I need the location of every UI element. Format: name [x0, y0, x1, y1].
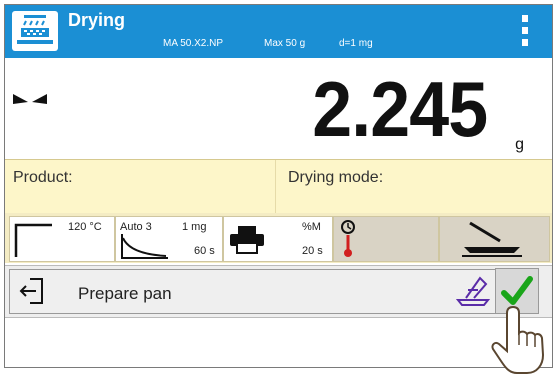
auto-switch-off-tile[interactable]: Auto 3 1 mg 60 s — [115, 216, 223, 262]
drying-logo-icon[interactable] — [12, 11, 58, 51]
print-interval: 20 s — [302, 245, 323, 257]
pan-tile[interactable] — [439, 216, 550, 262]
prompt-message: Prepare pan — [78, 284, 172, 303]
division: d=1 mg — [339, 38, 373, 49]
auto-time: 60 s — [194, 245, 215, 257]
model-name: MA 50.X2.NP — [163, 38, 224, 49]
hand-icon — [491, 305, 545, 374]
info-divider — [275, 160, 276, 214]
menu-icon[interactable] — [522, 15, 528, 51]
timer-thermometer-icon — [341, 220, 355, 257]
auto-mode-label: Auto 3 — [120, 221, 152, 233]
info-panel: Product: Drying mode: — [5, 159, 552, 215]
result-unit: %M — [302, 221, 321, 233]
printer-icon — [230, 226, 264, 254]
timer-tile[interactable] — [333, 216, 439, 262]
auto-mass: 1 mg — [182, 221, 207, 233]
weight-display: 2.245 g — [5, 58, 552, 159]
stability-icon — [13, 94, 47, 104]
action-bar: Prepare pan — [5, 265, 552, 318]
parameters-bar: 120 °C Auto 3 1 mg 60 s %M 20 s — [5, 213, 552, 263]
message-box: Prepare pan — [9, 269, 528, 314]
max-capacity: Max 50 g — [264, 38, 306, 49]
product-label[interactable]: Product: — [13, 169, 73, 187]
temperature-value: 120 °C — [68, 221, 102, 233]
pan-icon — [462, 221, 522, 257]
weight-value: 2.245 — [312, 65, 488, 153]
standard-profile-icon — [14, 223, 52, 257]
exit-icon[interactable] — [18, 277, 46, 305]
weight-unit: g — [515, 136, 524, 153]
program-title: Drying — [68, 10, 126, 30]
header-bar: Drying MA 50.X2.NP Max 50 g d=1 mg — [5, 5, 552, 58]
printout-tile[interactable]: %M 20 s — [223, 216, 333, 262]
temperature-profile-tile[interactable]: 120 °C — [9, 216, 115, 262]
drying-mode-label[interactable]: Drying mode: — [288, 169, 383, 187]
decay-curve-icon — [121, 234, 168, 259]
tare-icon[interactable] — [456, 274, 490, 308]
device-screen: Drying MA 50.X2.NP Max 50 g d=1 mg 2.245… — [4, 4, 553, 374]
